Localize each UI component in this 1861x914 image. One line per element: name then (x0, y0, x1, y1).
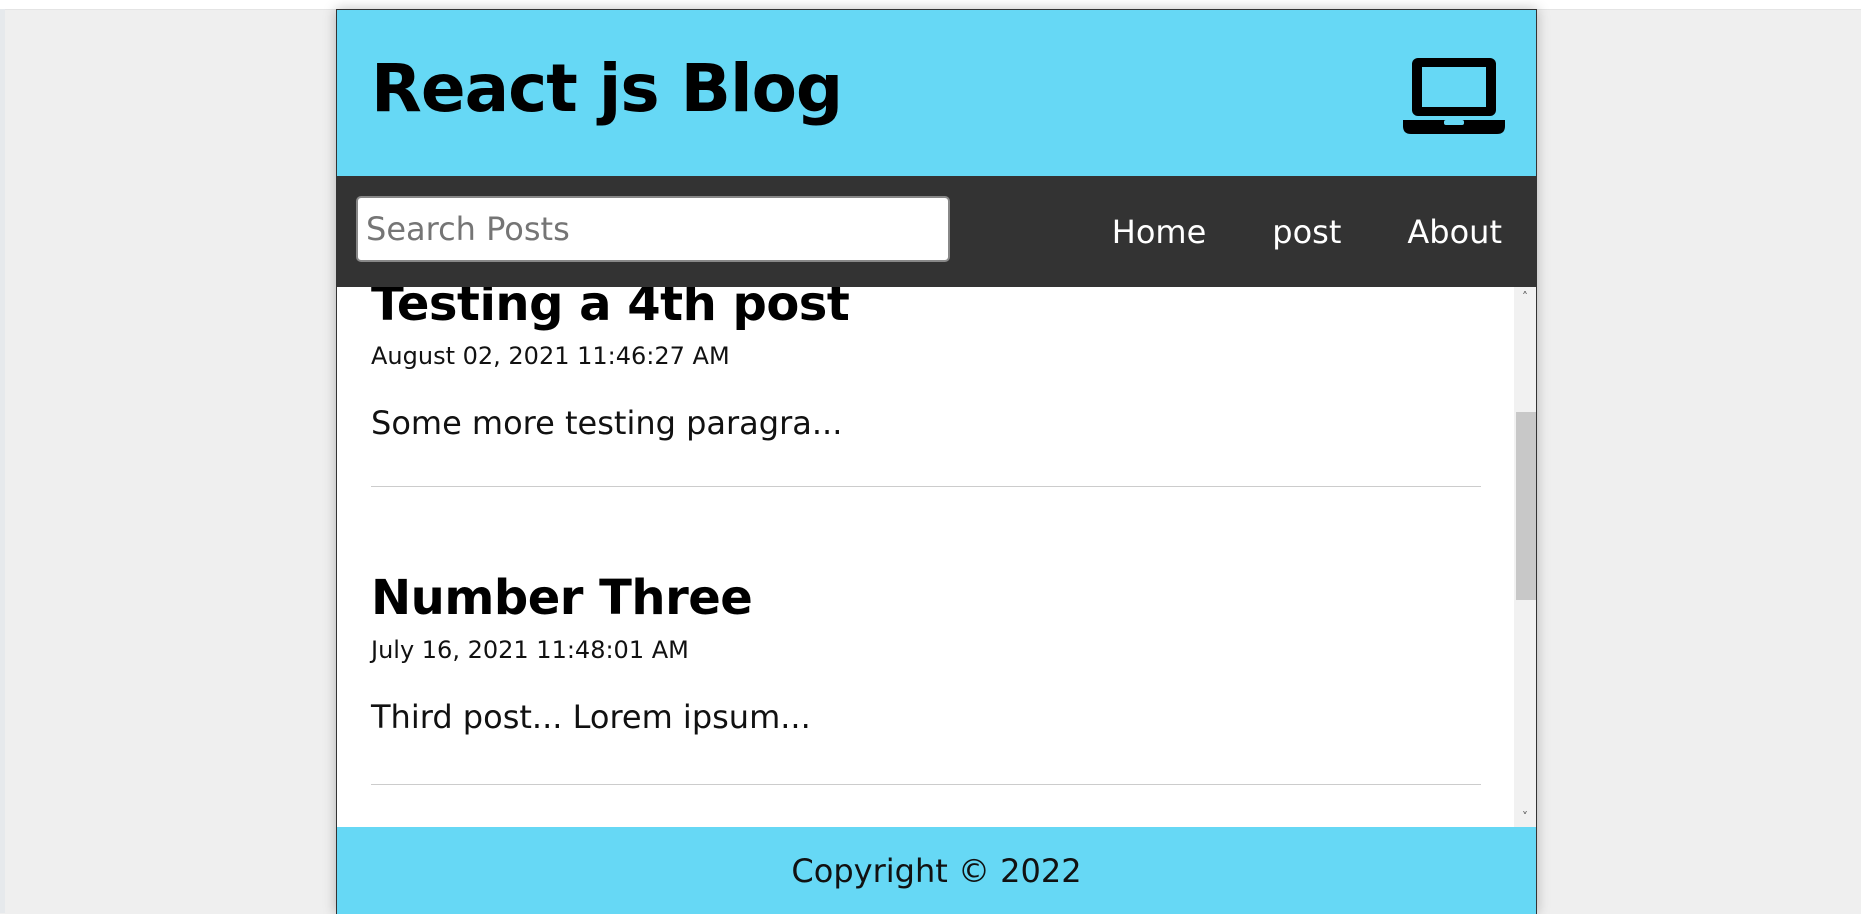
scrollbar-thumb[interactable] (1516, 412, 1536, 600)
window-left-edge (0, 9, 5, 913)
laptop-icon (1403, 58, 1505, 134)
scroll-down-icon[interactable]: ˅ (1514, 809, 1536, 825)
app-header: React js Blog (337, 10, 1536, 176)
post-excerpt: Third post... Lorem ipsum... (371, 698, 811, 736)
scroll-up-icon[interactable]: ˄ (1514, 289, 1536, 305)
app-footer: Copyright © 2022 (337, 827, 1536, 914)
scrollbar[interactable]: ˄ ˅ (1514, 287, 1536, 827)
search-input[interactable] (356, 196, 950, 262)
post-excerpt: Some more testing paragra... (371, 404, 843, 442)
nav-bar: Home post About (337, 176, 1536, 287)
copyright-text: Copyright © 2022 (791, 851, 1082, 890)
nav-links: Home post About (1046, 176, 1502, 287)
post-title[interactable]: Number Three (371, 574, 1481, 622)
post-item[interactable]: Number Three July 16, 2021 11:48:01 AM T… (371, 574, 1481, 785)
nav-link-about[interactable]: About (1407, 213, 1502, 251)
posts-feed[interactable]: Testing a 4th post August 02, 2021 11:46… (337, 287, 1536, 827)
post-item[interactable]: Testing a 4th post August 02, 2021 11:46… (371, 287, 1481, 487)
blog-app: React js Blog Home post About Testing a … (336, 9, 1537, 914)
post-date: August 02, 2021 11:46:27 AM (371, 342, 730, 370)
post-date: July 16, 2021 11:48:01 AM (371, 636, 689, 664)
post-title[interactable]: Testing a 4th post (371, 287, 1481, 328)
nav-link-home[interactable]: Home (1112, 213, 1207, 251)
nav-link-post[interactable]: post (1272, 213, 1341, 251)
app-title: React js Blog (371, 50, 843, 127)
